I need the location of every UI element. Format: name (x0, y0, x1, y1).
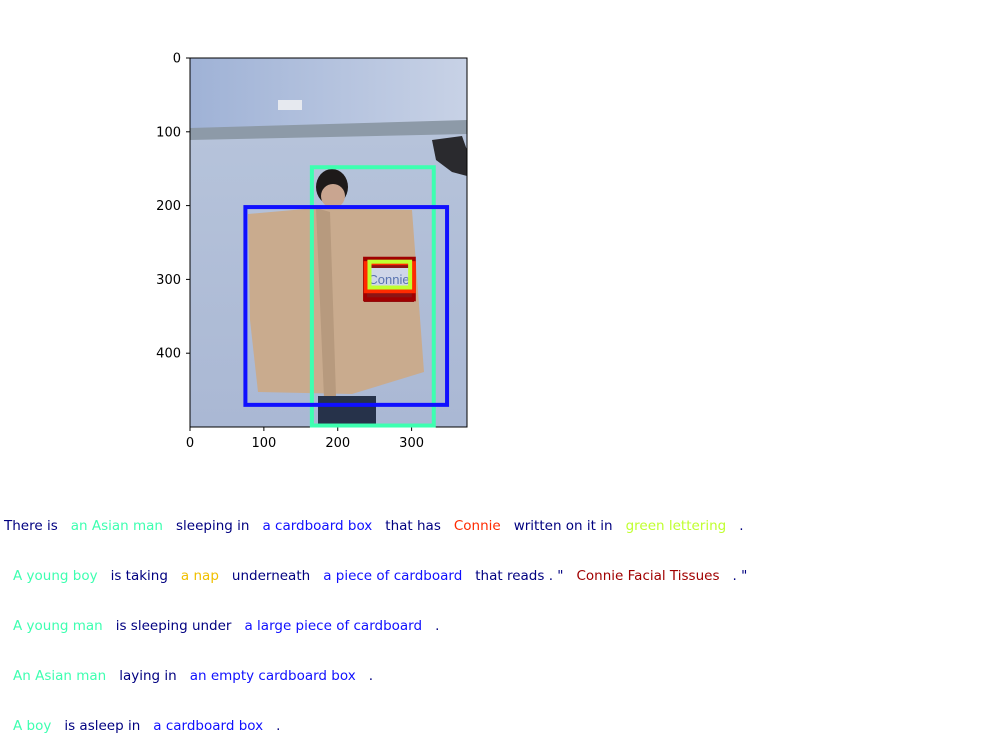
caption-line: A young man is sleeping under a large piec… (13, 618, 439, 634)
caption-phrase: a cardboard box (153, 718, 264, 734)
caption-phrase: that has (385, 518, 441, 534)
caption-phrase: There is (4, 518, 58, 534)
caption-phrase: . (368, 668, 373, 684)
caption-phrase: . " (732, 568, 748, 584)
caption-line: An Asian man laying in an empty cardboard … (13, 668, 373, 684)
caption-phrase: a nap (180, 568, 219, 584)
caption-phrase: written on it in (513, 518, 613, 534)
caption-phrase: An Asian man (13, 668, 107, 684)
caption-phrase: Connie Facial Tissues (576, 568, 720, 584)
caption-phrase: is taking (110, 568, 168, 584)
caption-phrase: . (435, 618, 440, 634)
caption-phrase: is sleeping under (115, 618, 232, 634)
caption-phrase: a piece of cardboard (323, 568, 463, 584)
caption-phrase: A young man (13, 618, 103, 634)
caption-phrase: . (739, 518, 744, 534)
caption-list: There is an Asian man sleeping in a cardboa… (0, 0, 1000, 734)
caption-line: A boy is asleep in a cardboard box. (13, 718, 280, 734)
caption-phrase: . (276, 718, 281, 734)
caption-phrase: underneath (231, 568, 311, 584)
caption-phrase: that reads . " (475, 568, 564, 584)
caption-phrase: green lettering (625, 518, 727, 534)
caption-phrase: laying in (119, 668, 177, 684)
caption-phrase: an Asian man (70, 518, 163, 534)
caption-line: There is an Asian man sleeping in a cardboa… (4, 518, 744, 534)
caption-phrase: sleeping in (176, 518, 250, 534)
caption-phrase: A boy (13, 718, 52, 734)
caption-phrase: a cardboard box (262, 518, 373, 534)
caption-phrase: Connie (453, 518, 501, 534)
caption-line: A young boy is taking a nap underneath a pie… (13, 568, 747, 584)
caption-phrase: an empty cardboard box (189, 668, 356, 684)
caption-phrase: is asleep in (64, 718, 141, 734)
caption-phrase: A young boy (13, 568, 98, 584)
caption-phrase: a large piece of cardboard (244, 618, 423, 634)
